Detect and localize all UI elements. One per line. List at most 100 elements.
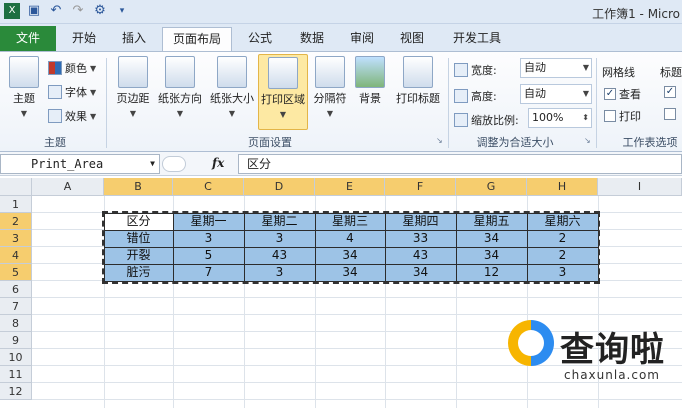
colors-button[interactable]: 颜色 ▼ bbox=[48, 60, 96, 76]
table-cell[interactable]: 错位 bbox=[104, 230, 173, 247]
chevron-down-icon[interactable]: ▼ bbox=[150, 155, 155, 173]
table-cell[interactable]: 34 bbox=[315, 264, 385, 281]
row-header-2[interactable]: 2 bbox=[0, 213, 32, 230]
column-header-g[interactable]: G bbox=[456, 178, 527, 196]
headings-view-checkbox[interactable]: ✓ bbox=[664, 86, 676, 98]
gridlines-print-row[interactable]: 打印 bbox=[604, 108, 641, 124]
fonts-button[interactable]: 字体 ▼ bbox=[48, 84, 96, 100]
table-cell[interactable]: 34 bbox=[456, 230, 527, 247]
table-header-cell[interactable]: 星期四 bbox=[385, 213, 456, 230]
scale-stepper[interactable]: 100% ⬍ bbox=[528, 108, 592, 128]
headings-view-checkbox-row[interactable]: ✓ bbox=[664, 86, 676, 98]
table-cell[interactable]: 7 bbox=[173, 264, 244, 281]
gridlines-print-checkbox[interactable] bbox=[604, 110, 616, 122]
row-header-1[interactable]: 1 bbox=[0, 196, 32, 213]
tab-page-layout[interactable]: 页面布局 bbox=[162, 27, 232, 51]
print-area-button[interactable]: 打印区域 ▼ bbox=[258, 54, 308, 130]
tab-home[interactable]: 开始 bbox=[64, 27, 104, 51]
size-button[interactable]: 纸张大小 ▼ bbox=[208, 56, 256, 119]
row-header-5[interactable]: 5 bbox=[0, 264, 32, 281]
table-cell[interactable]: 3 bbox=[527, 264, 598, 281]
column-header-h[interactable]: H bbox=[527, 178, 598, 196]
formula-input[interactable]: 区分 bbox=[238, 154, 682, 174]
print-titles-button[interactable]: 打印标题 bbox=[392, 56, 444, 106]
column-header-d[interactable]: D bbox=[244, 178, 315, 196]
spinner-icon[interactable]: ⬍ bbox=[582, 109, 589, 127]
insert-function-icon[interactable]: fx bbox=[212, 156, 224, 170]
table-cell[interactable]: 33 bbox=[385, 230, 456, 247]
column-header-f[interactable]: F bbox=[385, 178, 456, 196]
breaks-button[interactable]: 分隔符 ▼ bbox=[310, 56, 350, 119]
column-header-i[interactable]: I bbox=[598, 178, 682, 196]
table-header-cell[interactable]: 区分 bbox=[104, 213, 173, 230]
row-header-12[interactable]: 12 bbox=[0, 383, 32, 400]
table-header-cell[interactable]: 星期三 bbox=[315, 213, 385, 230]
column-header-a[interactable]: A bbox=[32, 178, 104, 196]
tab-data[interactable]: 数据 bbox=[292, 27, 332, 51]
tab-insert[interactable]: 插入 bbox=[114, 27, 154, 51]
table-cell[interactable]: 34 bbox=[315, 247, 385, 264]
width-select[interactable]: 自动 ▼ bbox=[520, 58, 592, 78]
save-icon[interactable]: ▣ bbox=[26, 3, 42, 19]
redo-icon[interactable]: ↷ bbox=[70, 3, 86, 19]
column-header-c[interactable]: C bbox=[173, 178, 244, 196]
table-cell[interactable]: 脏污 bbox=[104, 264, 173, 281]
table-cell[interactable]: 34 bbox=[385, 264, 456, 281]
row-header-8[interactable]: 8 bbox=[0, 315, 32, 332]
print-titles-label: 打印标题 bbox=[396, 92, 440, 105]
tab-formulas[interactable]: 公式 bbox=[240, 27, 280, 51]
table-cell[interactable]: 2 bbox=[527, 247, 598, 264]
background-label: 背景 bbox=[359, 92, 381, 105]
tab-developer[interactable]: 开发工具 bbox=[444, 27, 510, 51]
formula-bar-resize-handle[interactable] bbox=[162, 156, 186, 172]
themes-button[interactable]: 主题 ▼ bbox=[6, 56, 42, 119]
undo-icon[interactable]: ↶ bbox=[48, 3, 64, 19]
tab-view[interactable]: 视图 bbox=[392, 27, 432, 51]
breaks-label: 分隔符 bbox=[313, 92, 347, 105]
table-cell[interactable]: 43 bbox=[385, 247, 456, 264]
column-header-b[interactable]: B bbox=[104, 178, 173, 196]
row-header-4[interactable]: 4 bbox=[0, 247, 32, 264]
gridlines-view-checkbox[interactable]: ✓ bbox=[604, 88, 616, 100]
table-cell[interactable]: 43 bbox=[244, 247, 315, 264]
margins-button[interactable]: 页边距 ▼ bbox=[112, 56, 154, 119]
row-header-6[interactable]: 6 bbox=[0, 281, 32, 298]
watermark-logo: 查询啦 chaxunla.com bbox=[508, 318, 682, 408]
table-cell[interactable]: 4 bbox=[315, 230, 385, 247]
height-select[interactable]: 自动 ▼ bbox=[520, 84, 592, 104]
scale-group-label: 调整为合适大小 bbox=[476, 136, 554, 149]
effects-button[interactable]: 效果 ▼ bbox=[48, 108, 96, 124]
row-header-11[interactable]: 11 bbox=[0, 366, 32, 383]
table-cell[interactable]: 3 bbox=[244, 230, 315, 247]
table-header-cell[interactable]: 星期二 bbox=[244, 213, 315, 230]
name-box[interactable]: Print_Area ▼ bbox=[0, 154, 160, 174]
gridlines-view-row[interactable]: ✓ 查看 bbox=[604, 86, 641, 102]
table-header-cell[interactable]: 星期五 bbox=[456, 213, 527, 230]
row-header-7[interactable]: 7 bbox=[0, 298, 32, 315]
table-header-cell[interactable]: 星期六 bbox=[527, 213, 598, 230]
column-header-e[interactable]: E bbox=[315, 178, 385, 196]
table-cell[interactable]: 12 bbox=[456, 264, 527, 281]
customize-dropdown-icon[interactable]: ▾ bbox=[114, 3, 130, 19]
background-button[interactable]: 背景 bbox=[354, 56, 386, 106]
tab-file[interactable]: 文件 bbox=[0, 26, 56, 51]
table-cell[interactable]: 2 bbox=[527, 230, 598, 247]
table-cell[interactable]: 开裂 bbox=[104, 247, 173, 264]
table-cell[interactable]: 5 bbox=[173, 247, 244, 264]
headings-print-checkbox-row[interactable] bbox=[664, 108, 676, 120]
scale-launcher-icon[interactable]: ↘ bbox=[584, 136, 591, 145]
table-header-cell[interactable]: 星期一 bbox=[173, 213, 244, 230]
orientation-button[interactable]: 纸张方向 ▼ bbox=[156, 56, 204, 119]
row-header-3[interactable]: 3 bbox=[0, 230, 32, 247]
tab-review[interactable]: 审阅 bbox=[342, 27, 382, 51]
customize-icon[interactable]: ⚙ bbox=[92, 3, 108, 19]
headings-print-checkbox[interactable] bbox=[664, 108, 676, 120]
page-setup-launcher-icon[interactable]: ↘ bbox=[436, 136, 443, 145]
table-cell[interactable]: 34 bbox=[456, 247, 527, 264]
table-cell[interactable]: 3 bbox=[173, 230, 244, 247]
row-header-10[interactable]: 10 bbox=[0, 349, 32, 366]
table-cell[interactable]: 3 bbox=[244, 264, 315, 281]
select-all-corner[interactable] bbox=[0, 178, 32, 196]
scale-label: 缩放比例: bbox=[471, 114, 519, 127]
row-header-9[interactable]: 9 bbox=[0, 332, 32, 349]
